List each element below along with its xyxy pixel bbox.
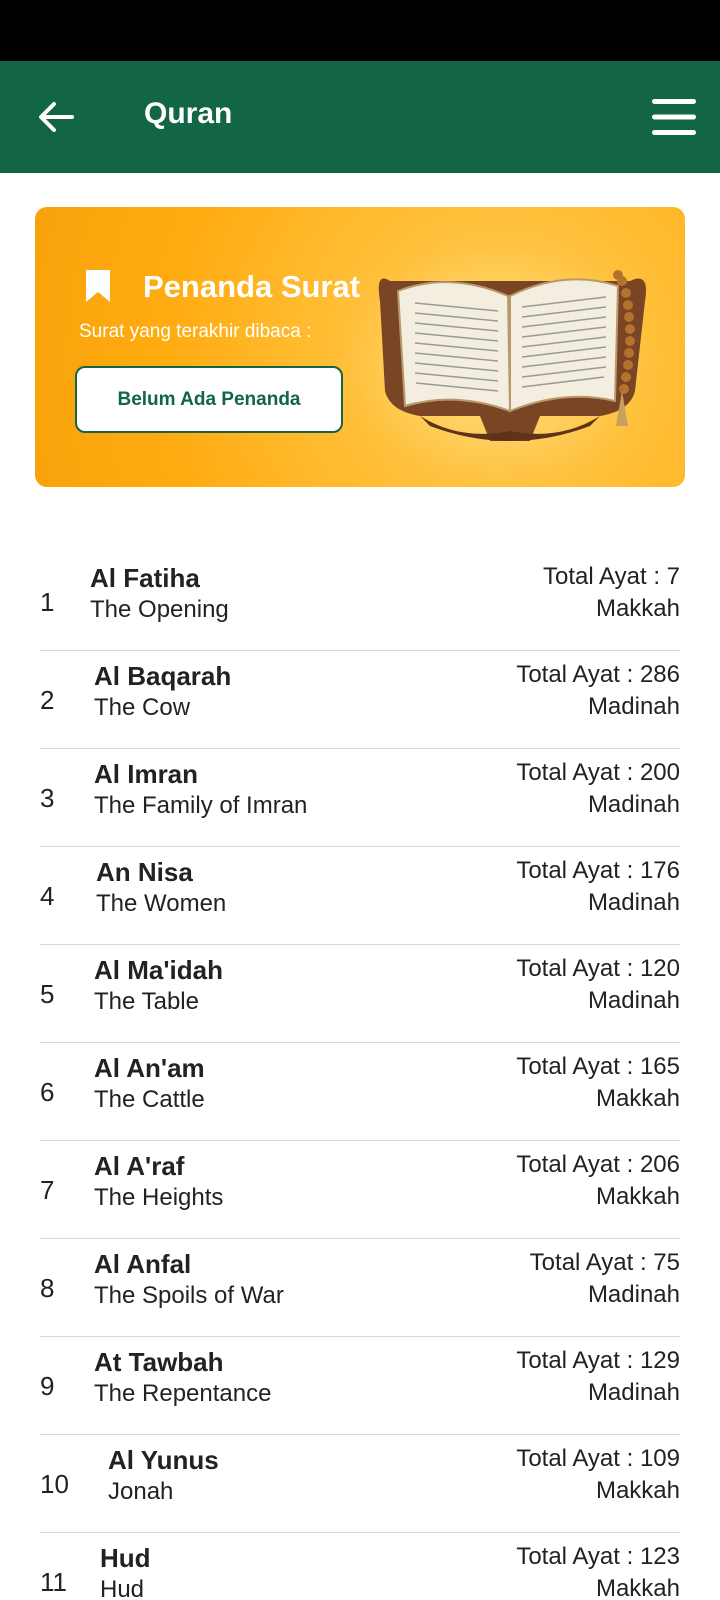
surah-row[interactable]: 11 Hud Hud Total Ayat : 123 Makkah: [40, 1533, 680, 1600]
surah-total-ayat: Total Ayat : 120: [516, 955, 680, 982]
surah-row[interactable]: 1 Al Fatiha The Opening Total Ayat : 7 Makka…: [40, 553, 680, 651]
app-bar: Quran: [0, 61, 720, 173]
surah-row[interactable]: 5 Al Ma'idah The Table Total Ayat : 120 Madi…: [40, 945, 680, 1043]
surah-translation: The Family of Imran: [94, 792, 308, 819]
surah-row[interactable]: 7 Al A'raf The Heights Total Ayat : 206 Makk…: [40, 1141, 680, 1239]
surah-translation: Jonah: [108, 1478, 174, 1505]
bookmark-banner: Penanda Surat Surat yang terakhir dibaca…: [35, 207, 685, 487]
surah-translation: The Table: [94, 988, 199, 1015]
surah-number: 1: [40, 587, 55, 617]
surah-name: Al Ma'idah: [94, 955, 223, 985]
surah-revelation-place: Makkah: [595, 1183, 680, 1210]
surah-name: Al Fatiha: [90, 563, 200, 593]
surah-translation: The Cattle: [94, 1086, 205, 1113]
surah-total-ayat: Total Ayat : 286: [516, 661, 680, 688]
surah-total-ayat: Total Ayat : 129: [516, 1347, 680, 1374]
surah-revelation-place: Madinah: [587, 1281, 680, 1308]
banner-subtitle: Surat yang terakhir dibaca :: [79, 321, 312, 342]
no-bookmark-button[interactable]: Belum Ada Penanda: [75, 366, 343, 433]
surah-name: Al An'am: [94, 1053, 205, 1083]
surah-revelation-place: Makkah: [595, 595, 680, 622]
surah-number: 6: [40, 1077, 55, 1107]
surah-row[interactable]: 2 Al Baqarah The Cow Total Ayat : 286 Madina…: [40, 651, 680, 749]
surah-list: 1 Al Fatiha The Opening Total Ayat : 7 Makka…: [40, 553, 680, 1600]
menu-button[interactable]: [648, 91, 700, 143]
surah-total-ayat: Total Ayat : 206: [516, 1151, 680, 1178]
surah-number: 10: [40, 1469, 69, 1499]
surah-number: 9: [40, 1371, 55, 1401]
surah-translation: The Spoils of War: [94, 1282, 284, 1309]
surah-name: Al Baqarah: [94, 661, 232, 691]
surah-translation: The Opening: [90, 596, 229, 623]
surah-name: Al Imran: [94, 759, 199, 789]
surah-total-ayat: Total Ayat : 165: [516, 1053, 680, 1080]
surah-name: Al Anfal: [94, 1249, 192, 1279]
surah-number: 11: [40, 1567, 67, 1597]
surah-revelation-place: Madinah: [587, 693, 680, 720]
surah-translation: The Heights: [94, 1184, 224, 1211]
surah-row[interactable]: 6 Al An'am The Cattle Total Ayat : 165 Makka…: [40, 1043, 680, 1141]
surah-translation: The Repentance: [94, 1380, 272, 1407]
surah-total-ayat: Total Ayat : 176: [516, 857, 680, 884]
surah-translation: Hud: [100, 1576, 145, 1600]
surah-revelation-place: Madinah: [587, 791, 680, 818]
surah-number: 3: [40, 783, 55, 813]
surah-number: 4: [40, 881, 55, 911]
surah-revelation-place: Makkah: [595, 1477, 680, 1504]
surah-row[interactable]: 10 Al Yunus Jonah Total Ayat : 109 Makkah: [40, 1435, 680, 1533]
surah-number: 7: [40, 1175, 55, 1205]
surah-translation: The Women: [96, 890, 227, 917]
surah-number: 2: [40, 685, 55, 715]
surah-name: An Nisa: [96, 857, 193, 887]
status-bar: [0, 0, 720, 61]
surah-number: 8: [40, 1273, 55, 1303]
surah-row[interactable]: 4 An Nisa The Women Total Ayat : 176 Madinah: [40, 847, 680, 945]
surah-row[interactable]: 3 Al Imran The Family of Imran Total Ayat :…: [40, 749, 680, 847]
quran-book-image: [378, 270, 646, 441]
surah-revelation-place: Madinah: [587, 889, 680, 916]
page-title: Quran: [144, 97, 233, 130]
surah-revelation-place: Madinah: [587, 987, 680, 1014]
surah-total-ayat: Total Ayat : 200: [516, 759, 680, 786]
surah-name: Al A'raf: [94, 1151, 185, 1181]
surah-total-ayat: Total Ayat : 75: [529, 1249, 680, 1276]
surah-revelation-place: Makkah: [595, 1085, 680, 1112]
surah-name: Hud: [100, 1543, 151, 1573]
arrow-left-icon: [39, 102, 74, 132]
surah-total-ayat: Total Ayat : 123: [516, 1543, 680, 1570]
hamburger-menu-icon: [652, 99, 696, 135]
surah-total-ayat: Total Ayat : 7: [543, 563, 680, 590]
surah-name: At Tawbah: [94, 1347, 224, 1377]
banner-title: Penanda Surat: [143, 269, 361, 304]
surah-total-ayat: Total Ayat : 109: [516, 1445, 680, 1472]
bookmark-icon: [86, 270, 110, 302]
surah-row[interactable]: 9 At Tawbah The Repentance Total Ayat : 129…: [40, 1337, 680, 1435]
surah-name: Al Yunus: [108, 1445, 219, 1475]
surah-number: 5: [40, 979, 55, 1009]
surah-revelation-place: Madinah: [587, 1379, 680, 1406]
surah-row[interactable]: 8 Al Anfal The Spoils of War Total Ayat : 7…: [40, 1239, 680, 1337]
surah-translation: The Cow: [94, 694, 191, 721]
back-button[interactable]: [30, 87, 82, 147]
surah-revelation-place: Makkah: [595, 1575, 680, 1600]
